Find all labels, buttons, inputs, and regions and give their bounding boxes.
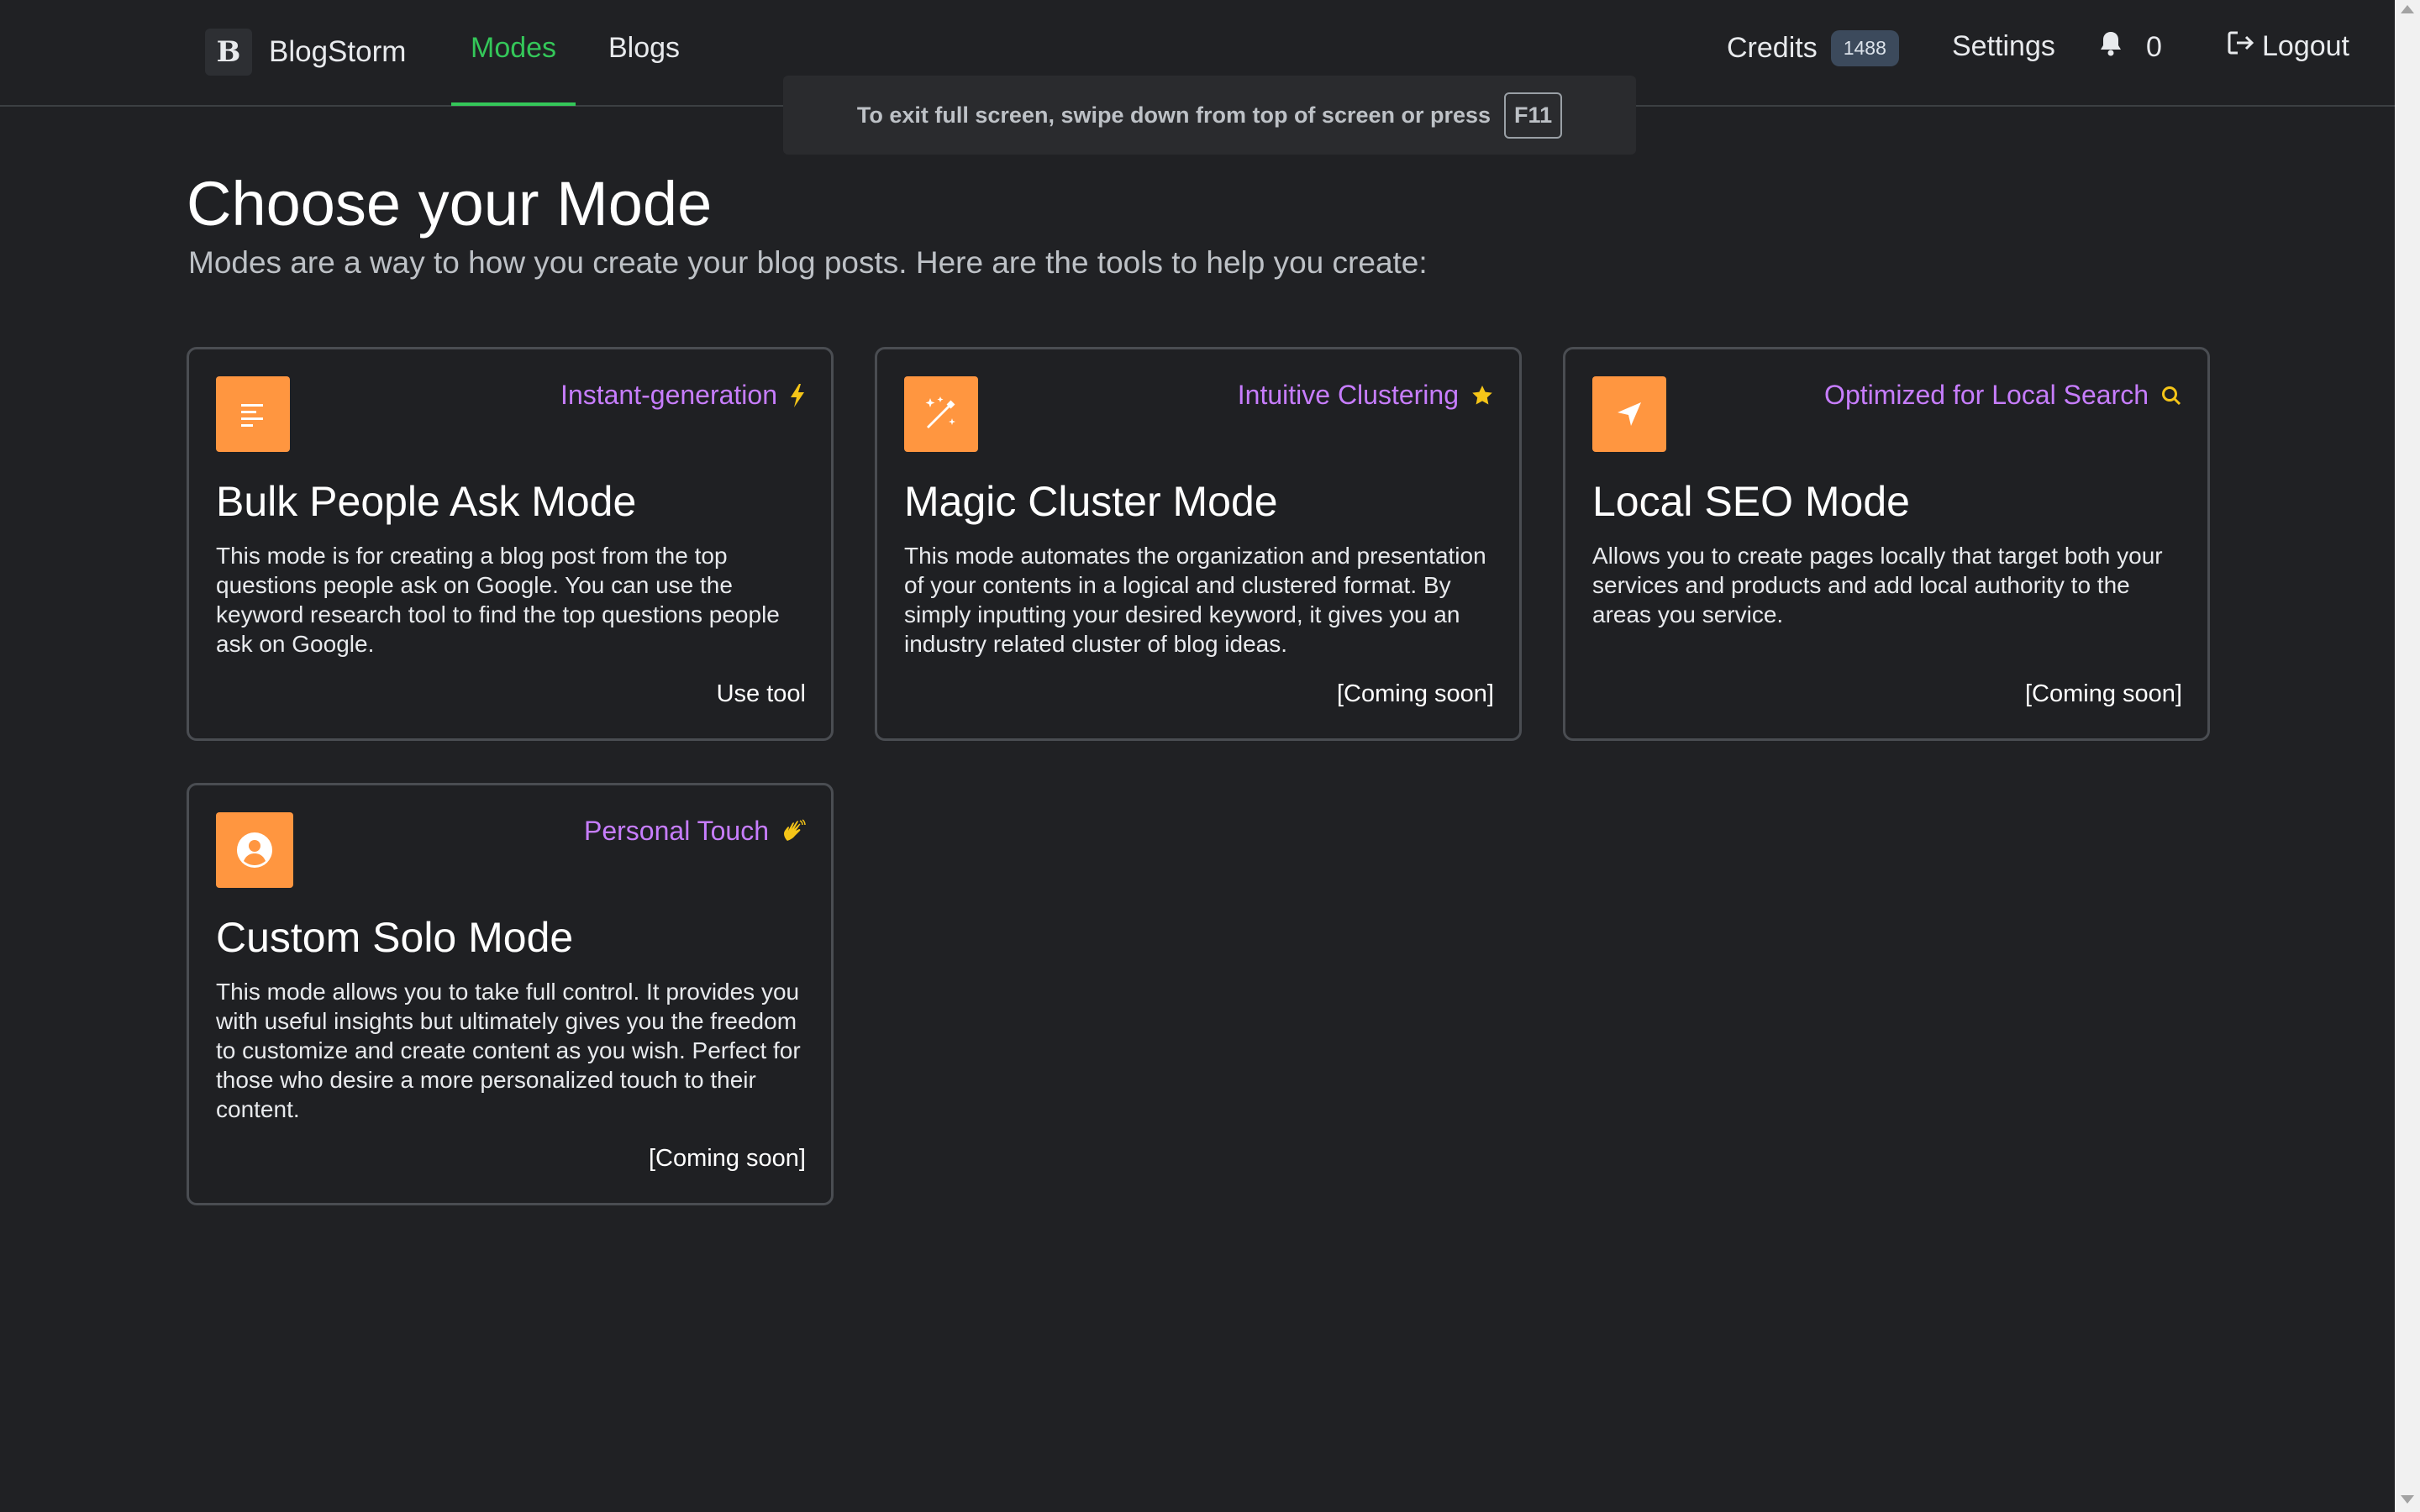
use-tool-button[interactable]: Use tool [717,680,806,708]
nav-link-blogs[interactable]: Blogs [608,32,680,65]
card-tag-label: Personal Touch [584,816,769,846]
card-tag-label: Optimized for Local Search [1824,380,2149,410]
logout-button[interactable]: Logout [2227,30,2349,63]
card-description: Allows you to create pages locally that … [1592,543,2163,627]
card-tag-label: Intuitive Clustering [1237,380,1459,410]
notifications-button[interactable]: 0 [2099,30,2162,65]
fullscreen-toast-text: To exit full screen, swipe down from top… [856,102,1491,128]
brand-logo: B [205,29,252,76]
card-description: This mode automates the organization and… [904,543,1486,657]
settings-link[interactable]: Settings [1952,30,2055,63]
scroll-up-arrow-icon[interactable] [2401,5,2414,13]
logout-label: Logout [2262,30,2349,62]
fullscreen-toast-key: F11 [1504,92,1563,139]
credits-label: Credits [1727,32,1818,64]
coming-soon-label: [Coming soon] [1337,680,1494,707]
card-title: Magic Cluster Mode [904,478,1278,525]
brand[interactable]: B BlogStorm [205,29,406,76]
credits-badge: 1488 [1830,30,1899,66]
card-tag: Instant-generation [560,380,806,411]
star-icon [1470,384,1494,407]
coming-soon-label: [Coming soon] [649,1145,806,1172]
lightning-icon [789,383,806,407]
card-description: This mode allows you to take full contro… [216,979,801,1122]
brand-name: BlogStorm [269,35,407,68]
credits-display: Credits 1488 [1727,30,1899,66]
navigation-arrow-icon [1592,376,1666,452]
magic-wand-icon [904,376,978,452]
card-tag: Intuitive Clustering [1238,380,1494,411]
card-title: Bulk People Ask Mode [216,478,637,525]
coming-soon-label: [Coming soon] [2025,680,2182,707]
page-subtitle: Modes are a way to how you create your b… [188,245,1428,280]
document-lines-icon [216,376,290,452]
fullscreen-exit-toast: To exit full screen, swipe down from top… [783,76,1636,155]
bell-icon [2099,30,2123,65]
card-tag-label: Instant-generation [560,380,777,410]
card-description: This mode is for creating a blog post fr… [216,543,780,657]
mode-card-bulk-people-ask: Instant-generation Bulk People Ask Mode … [187,347,834,741]
logout-icon [2227,30,2262,63]
card-tag: Personal Touch [584,816,806,847]
card-tag: Optimized for Local Search [1824,380,2182,411]
waving-hand-icon [781,818,806,844]
mode-card-custom-solo: Personal Touch Custom Solo Mode This mod… [187,783,834,1205]
page-title: Choose your Mode [187,169,713,239]
notifications-count: 0 [2146,31,2162,63]
scroll-down-arrow-icon[interactable] [2401,1495,2414,1504]
card-title: Custom Solo Mode [216,914,574,961]
mode-card-magic-cluster: Intuitive Clustering Magic Cluster Mode … [875,347,1522,741]
card-title: Local SEO Mode [1592,478,1910,525]
user-circle-icon [216,812,293,888]
mode-card-local-seo: Optimized for Local Search Local SEO Mod… [1563,347,2210,741]
nav-link-modes[interactable]: Modes [471,32,556,65]
active-tab-indicator [451,102,576,106]
search-icon [2160,385,2182,407]
vertical-scrollbar[interactable] [2395,0,2420,1512]
